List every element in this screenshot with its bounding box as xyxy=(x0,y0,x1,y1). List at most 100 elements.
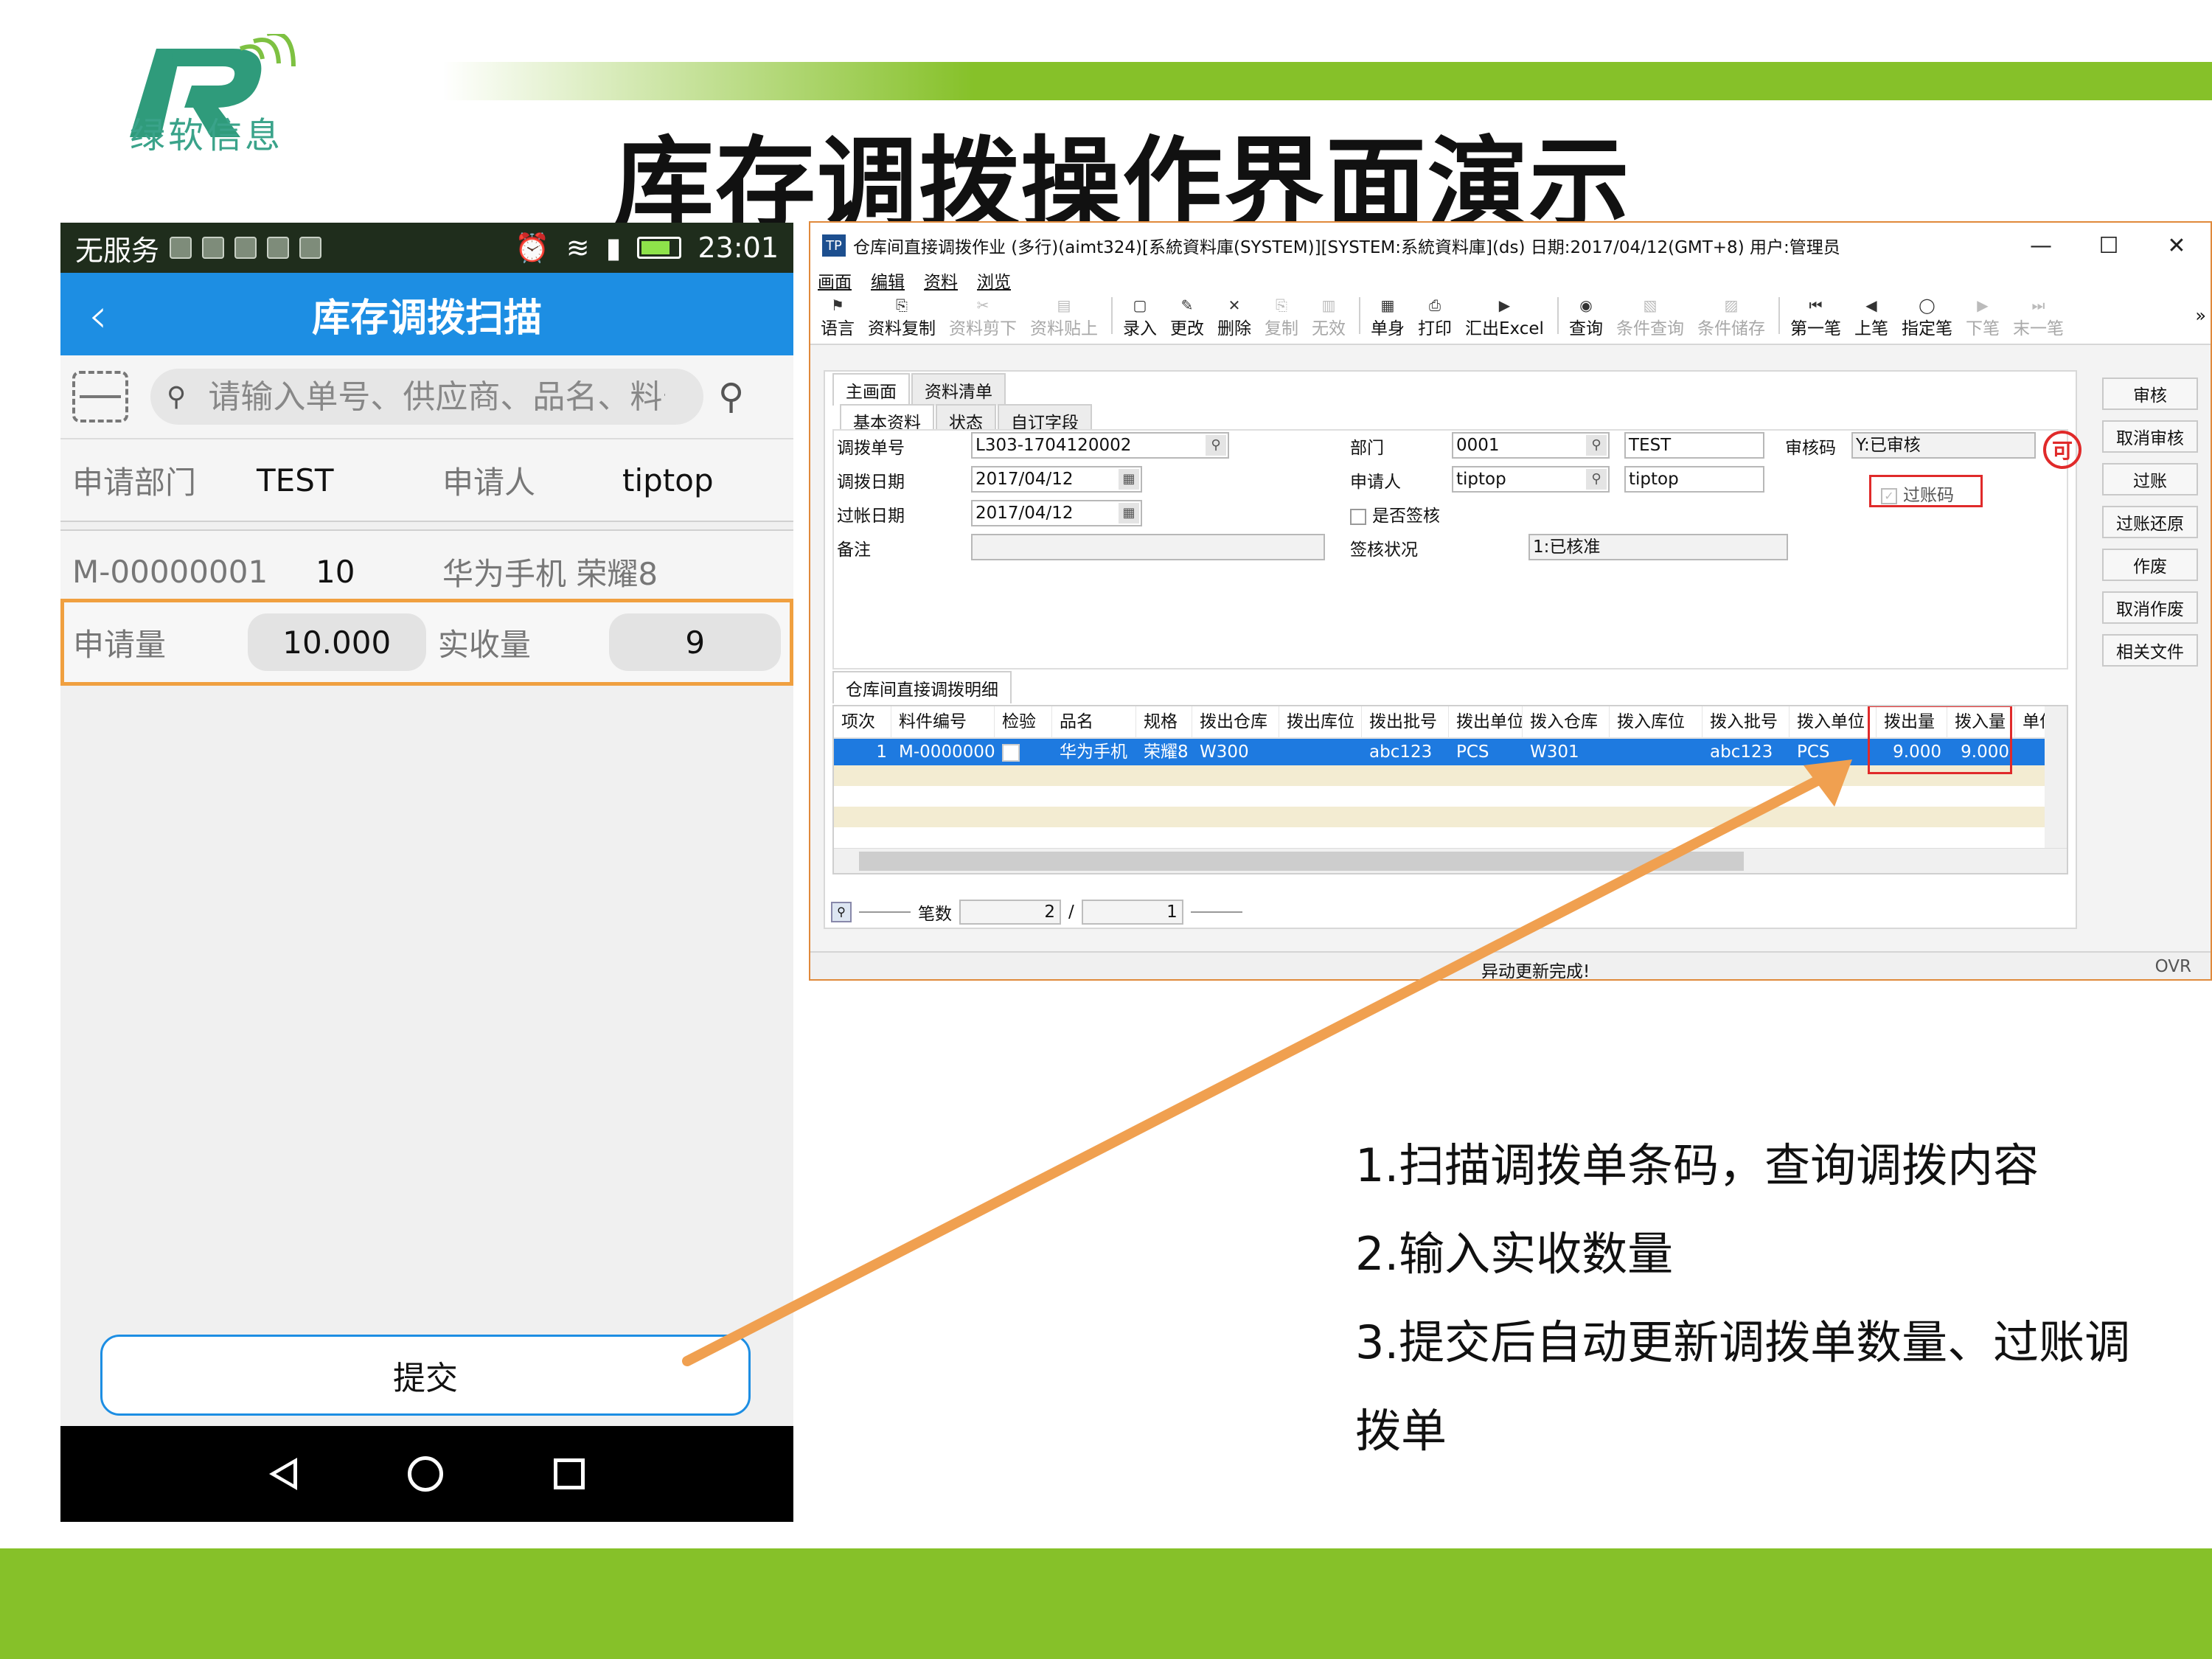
back-chevron-icon[interactable]: ‹ xyxy=(88,289,108,344)
slide: 绿软信息 库存调拨操作界面演示 无服务 ⏰ ≋ ▮ 23:01 ‹ 库存调拨扫描 xyxy=(0,0,2212,1659)
toolbar-button[interactable]: ▤ 资料贴上 xyxy=(1030,296,1098,339)
grid-column-header[interactable]: 规格 xyxy=(1136,706,1192,738)
header-form: 调拨单号 L303-1704120002 ⚲ 调拨日期 2017/04/12 ▦ 过… xyxy=(832,429,2081,669)
pager-icon[interactable]: ⚲ xyxy=(831,902,852,922)
applicant-value: tiptop xyxy=(622,462,714,498)
toolbar-button[interactable]: ▦ 单身 xyxy=(1371,296,1405,339)
actual-qty-input[interactable]: 9 xyxy=(609,613,781,671)
doc-no-field[interactable]: L303-1704120002 ⚲ xyxy=(971,432,1229,459)
calendar-icon[interactable]: ▦ xyxy=(1119,469,1139,490)
grid-column-header[interactable]: 项次 xyxy=(834,706,891,738)
menu-item[interactable]: 资料 xyxy=(924,268,958,293)
toolbar-button[interactable]: ✕ 删除 xyxy=(1217,296,1251,339)
pager-current[interactable]: 1 xyxy=(1081,900,1183,925)
need-sign-checkbox[interactable]: 是否签核 xyxy=(1350,501,1440,526)
transfer-date-label: 调拨日期 xyxy=(837,473,905,492)
grid-column-header[interactable]: 拨出批号 xyxy=(1362,706,1449,738)
toolbar-button[interactable]: ▥ 无效 xyxy=(1312,296,1346,339)
toolbar-button[interactable]: ◉ 查询 xyxy=(1569,296,1603,339)
nav-back-icon[interactable] xyxy=(269,1458,297,1490)
menu-item[interactable]: 画面 xyxy=(818,268,852,293)
toolbar-button[interactable]: ◀ 上笔 xyxy=(1854,296,1888,339)
submit-button[interactable]: 提交 xyxy=(100,1335,751,1416)
toolbar-button[interactable]: ✎ 更改 xyxy=(1170,296,1204,339)
grid-column-header[interactable]: 品名 xyxy=(1052,706,1136,738)
grid-column-header[interactable]: 拨入单位 xyxy=(1790,706,1877,738)
remark-field[interactable] xyxy=(971,534,1325,560)
lookup-icon[interactable]: ⚲ xyxy=(1586,435,1607,456)
maximize-icon[interactable]: ☐ xyxy=(2075,233,2143,259)
sign-status-select[interactable]: 1:已核准 xyxy=(1528,534,1788,560)
toolbar-button[interactable]: ◯ 指定笔 xyxy=(1902,296,1952,339)
audit-code-label: 审核码 xyxy=(1785,439,1836,458)
side-action-button[interactable]: 取消审核 xyxy=(2102,420,2198,453)
toolbar-button[interactable]: ⏮ 第一笔 xyxy=(1790,296,1841,339)
phone-title-bar: ‹ 库存调拨扫描 xyxy=(60,273,793,355)
toolbar-button[interactable]: ⎙ 打印 xyxy=(1418,296,1452,339)
toolbar-button[interactable]: ⏭ 末一笔 xyxy=(2013,296,2064,339)
transfer-date-field[interactable]: 2017/04/12 ▦ xyxy=(971,466,1142,493)
grid-column-header[interactable]: 检验 xyxy=(995,706,1052,738)
minimize-icon[interactable]: — xyxy=(2007,233,2075,259)
side-action-button[interactable]: 相关文件 xyxy=(2102,634,2198,667)
toolbar-button[interactable]: ⎘ 资料复制 xyxy=(868,296,936,339)
dept-label: 申请部门 xyxy=(72,464,197,501)
vertical-scrollbar[interactable] xyxy=(2045,706,2067,851)
side-action-button[interactable]: 作废 xyxy=(2102,549,2198,581)
toolbar-button[interactable]: ▧ 条件查询 xyxy=(1616,296,1684,339)
phone-screen: 无服务 ⏰ ≋ ▮ 23:01 ‹ 库存调拨扫描 ⚲ 请输入单号、供应商、品名、… xyxy=(60,223,793,1522)
scan-icon[interactable] xyxy=(72,371,128,422)
toolbar-button[interactable]: ▢ 录入 xyxy=(1123,296,1157,339)
menu-item[interactable]: 浏览 xyxy=(977,268,1011,293)
toolbar-button[interactable]: ▨ 条件储存 xyxy=(1697,296,1765,339)
grid-column-header[interactable]: 拨入仓库 xyxy=(1523,706,1610,738)
toolbar-button[interactable]: ⎘ 复制 xyxy=(1265,296,1298,339)
toolbar-button[interactable]: ▶ 汇出Excel xyxy=(1465,296,1544,339)
side-action-button[interactable]: 过账还原 xyxy=(2102,506,2198,538)
applicant-code-field[interactable]: tiptop ⚲ xyxy=(1452,466,1610,493)
calendar-icon[interactable]: ▦ xyxy=(1119,503,1139,524)
toolbar-overflow-icon[interactable]: » xyxy=(2195,305,2206,326)
inspect-checkbox[interactable] xyxy=(1002,743,1020,762)
toolbar-icon: ✕ xyxy=(1228,296,1241,314)
side-action-button[interactable]: 取消作废 xyxy=(2102,591,2198,624)
search-button-icon[interactable]: ⚲ xyxy=(718,376,744,417)
grid-column-header[interactable]: 拨入批号 xyxy=(1703,706,1790,738)
grid-cell: W301 xyxy=(1530,742,1579,762)
lookup-icon[interactable]: ⚲ xyxy=(1206,435,1226,456)
close-icon[interactable]: ✕ xyxy=(2143,233,2211,259)
side-action-button[interactable]: 过账 xyxy=(2102,463,2198,495)
toolbar-button[interactable]: ▶ 下笔 xyxy=(1966,296,2000,339)
doc-no-label: 调拨单号 xyxy=(837,439,905,458)
search-field[interactable]: ⚲ xyxy=(150,369,703,425)
grid-column-header[interactable]: 拨出仓库 xyxy=(1192,706,1279,738)
apply-qty-value: 10.000 xyxy=(247,613,426,671)
dept-label: 部门 xyxy=(1350,439,1384,458)
nav-recent-icon[interactable] xyxy=(554,1458,585,1489)
tab-data-list[interactable]: 资料清单 xyxy=(911,373,1006,406)
grid-column-header[interactable]: 拨出单位 xyxy=(1449,706,1523,738)
side-action-button[interactable]: 审核 xyxy=(2102,378,2198,410)
horizontal-scrollbar[interactable] xyxy=(834,848,2067,873)
toolbar-separator xyxy=(1359,297,1360,334)
applicant-label: 申请人 xyxy=(1350,473,1401,492)
search-input[interactable] xyxy=(208,378,666,416)
tab-main[interactable]: 主画面 xyxy=(832,373,910,406)
toolbar-icon: ◯ xyxy=(1919,296,1935,314)
grid-column-header[interactable]: 拨入库位 xyxy=(1610,706,1703,738)
window-status-bar: 异动更新完成! OVR xyxy=(810,951,2211,979)
toolbar-icon: ⚑ xyxy=(831,296,844,314)
posted-checkbox: ✓ 过账码 xyxy=(1881,481,1954,506)
nav-home-icon[interactable] xyxy=(408,1456,443,1492)
grid-column-header[interactable]: 拨出库位 xyxy=(1279,706,1362,738)
dept-code-field[interactable]: 0001 ⚲ xyxy=(1452,432,1610,459)
post-date-field[interactable]: 2017/04/12 ▦ xyxy=(971,500,1142,526)
lookup-icon[interactable]: ⚲ xyxy=(1586,469,1607,490)
ovr-indicator: OVR xyxy=(2154,957,2191,976)
grid-column-header[interactable]: 料件编号 xyxy=(891,706,995,738)
toolbar-button[interactable]: ⚑ 语言 xyxy=(821,296,855,339)
toolbar-button[interactable]: ✂ 资料剪下 xyxy=(949,296,1017,339)
menu-item[interactable]: 编辑 xyxy=(871,268,905,293)
tab-detail[interactable]: 仓库间直接调拨明细 xyxy=(832,671,1012,703)
audit-code-select[interactable]: Y:已审核 xyxy=(1851,432,2036,459)
